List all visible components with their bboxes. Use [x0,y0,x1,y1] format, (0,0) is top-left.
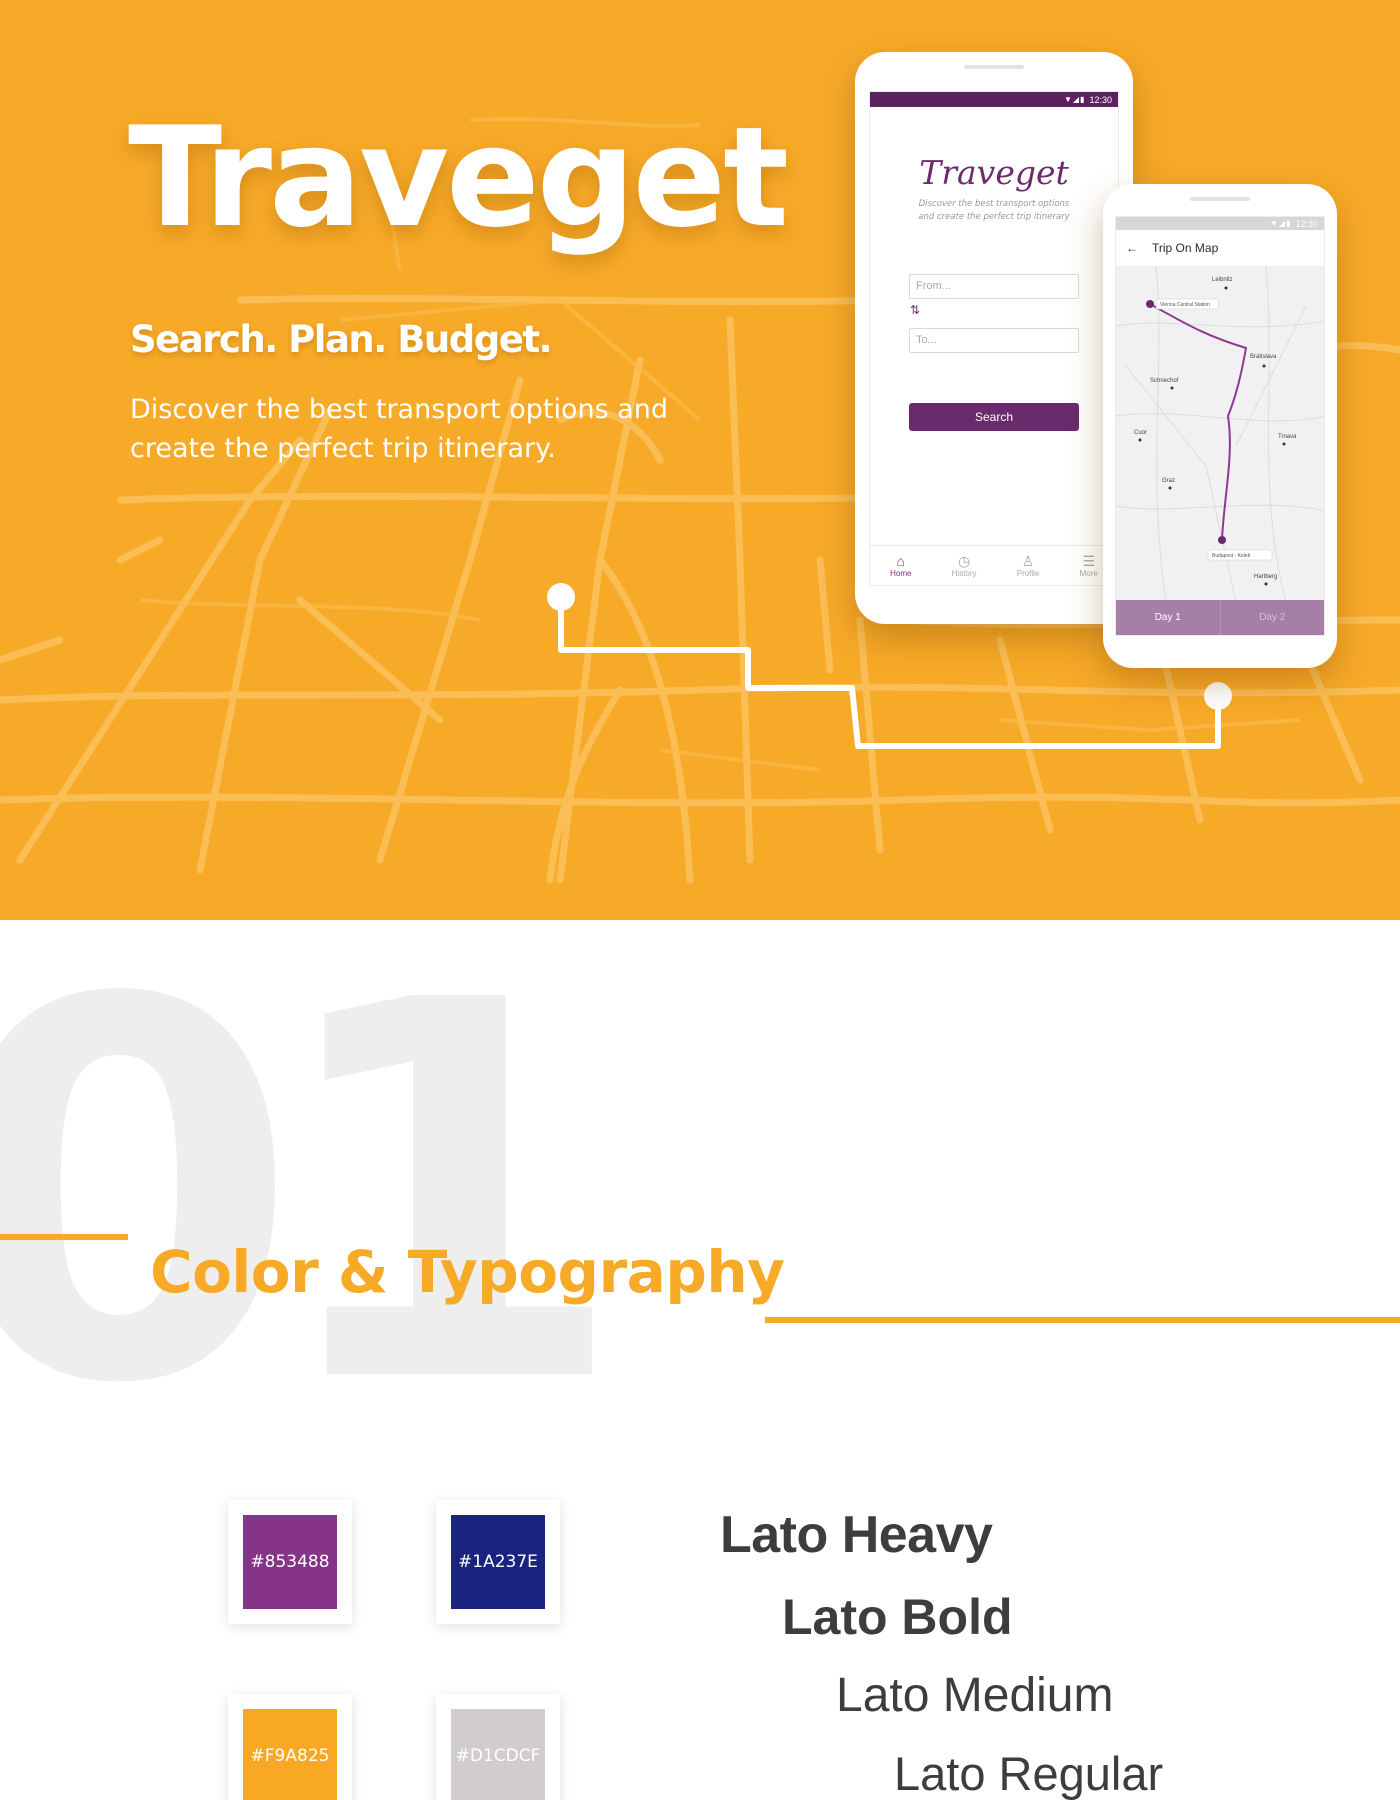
color-swatch: #F9A825 [228,1694,352,1800]
swap-icon[interactable]: ⇅ [910,303,920,317]
section-number: 01 [0,891,628,1497]
phone-mockup-home: ▼◢▮ 12:30 Traveget Discover the best tra… [855,52,1133,624]
city-label: Cuor [1134,430,1147,436]
nav-history-label: History [951,568,977,578]
signal-battery-icon: ▼◢▮ [1063,95,1086,104]
city-label: Leibnitz [1212,277,1233,283]
city-label: Trnava [1278,434,1297,440]
section-title: Color & Typography [150,1238,785,1306]
tab-day-1[interactable]: Day 1 [1116,600,1220,635]
nav-history[interactable]: ◷ History [952,554,977,578]
color-swatch: #1A237E [436,1500,560,1624]
back-arrow-icon[interactable]: ← [1126,241,1138,255]
status-time: 12:30 [1089,94,1112,105]
phone-speaker [1190,197,1250,201]
color-swatch: #D1CDCF [436,1694,560,1800]
app-subtitle: Discover the best transport options and … [918,199,1070,222]
profile-icon: ♙ [1021,552,1035,569]
divider-left [0,1234,128,1240]
city-label: Bratislava [1250,354,1277,360]
font-sample-regular: Lato Regular [894,1747,1164,1800]
bottom-navigation: ⌂ Home ◷ History ♙ Profile ☰ More [870,545,1118,585]
hero-banner: Traveget Search. Plan. Budget. Discover … [0,0,1400,920]
city-label: Schnechof [1150,378,1179,384]
signal-battery-icon: ▼◢▮ [1269,219,1292,228]
start-station-label: Vienna Central Station [1160,302,1210,308]
map-title: Trip On Map [1152,241,1219,255]
from-input[interactable]: From... [909,274,1079,299]
home-icon: ⌂ [896,552,905,569]
trip-map[interactable]: Vienna Central Station Budapest - Keleti… [1116,266,1325,602]
phone-speaker [964,65,1024,69]
history-icon: ◷ [957,552,971,569]
map-screen: ▼◢▮ 12:30 ← Trip On Map Vienna Central S… [1115,216,1325,636]
end-station-label: Budapest - Keleti [1212,553,1250,559]
phone-mockup-map: ▼◢▮ 12:30 ← Trip On Map Vienna Central S… [1103,184,1337,668]
nav-home[interactable]: ⌂ Home [890,554,911,578]
route-end-dot [1204,682,1232,710]
status-bar: ▼◢▮ 12:30 [870,92,1118,107]
map-header: ← Trip On Map [1116,230,1324,266]
nav-profile[interactable]: ♙ Profile [1017,554,1040,578]
search-button[interactable]: Search [909,403,1079,431]
font-sample-bold: Lato Bold [782,1589,1013,1645]
to-input[interactable]: To... [909,328,1079,353]
hero-description: Discover the best transport options and … [130,394,669,464]
color-swatch-fill: #1A237E [451,1515,545,1609]
city-label: Hartberg [1254,574,1277,580]
route-start-dot [547,583,575,611]
city-label: Graz [1162,478,1175,484]
divider-right [765,1317,1400,1323]
status-bar: ▼◢▮ 12:30 [1116,217,1324,230]
color-swatch-fill: #D1CDCF [451,1709,545,1800]
status-time: 12:30 [1295,218,1318,229]
brand-title: Traveget [128,97,789,258]
home-screen: ▼◢▮ 12:30 Traveget Discover the best tra… [869,91,1119,586]
color-swatch-fill: #F9A825 [243,1709,337,1800]
app-logo: Traveget [919,153,1069,192]
color-swatch: #853488 [228,1500,352,1624]
tagline: Search. Plan. Budget. [130,318,553,361]
nav-more[interactable]: ☰ More [1080,554,1098,578]
color-swatch-fill: #853488 [243,1515,337,1609]
font-sample-heavy: Lato Heavy [720,1506,993,1564]
nav-more-label: More [1079,568,1098,578]
nav-home-label: Home [890,568,912,578]
tab-day-2[interactable]: Day 2 [1219,600,1325,635]
font-sample-medium: Lato Medium [836,1669,1114,1722]
day-tabs: Day 1 Day 2 [1116,600,1324,635]
nav-profile-label: Profile [1016,568,1040,578]
menu-icon: ☰ [1082,552,1096,569]
